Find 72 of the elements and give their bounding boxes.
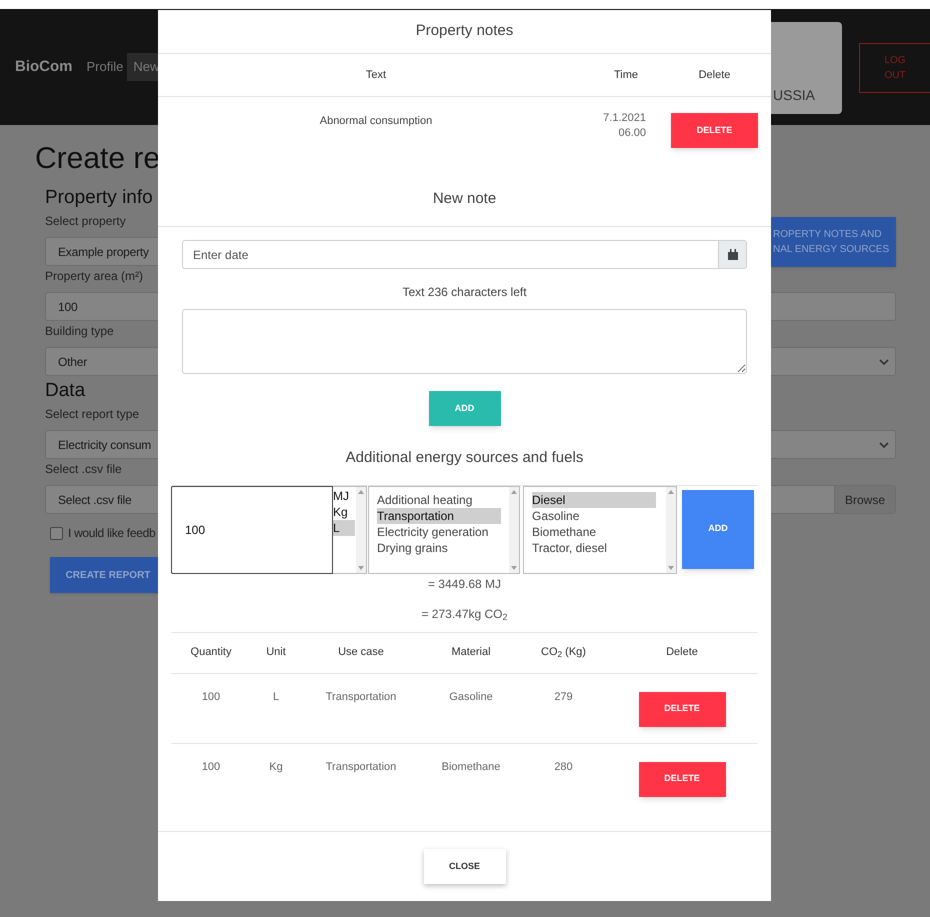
field-label: Select property — [45, 213, 126, 230]
table-cell-text: 279 — [554, 690, 573, 704]
note-text-area[interactable] — [182, 309, 747, 374]
list-option[interactable]: Drying grains — [377, 540, 509, 556]
checkbox-label: I would like feedb — [68, 525, 156, 542]
quantity-field[interactable]: 100 — [171, 486, 333, 574]
field-label: Select .csv file — [45, 461, 122, 478]
field-label: Building type — [45, 323, 114, 340]
column-header: Time — [612, 68, 640, 83]
chevron-down-icon — [879, 442, 889, 448]
scroll-up-arrow-icon — [511, 490, 517, 494]
column-header: Quantity — [190, 645, 232, 660]
modal-title: Property notes — [158, 10, 771, 54]
co2-result: = 273.47kg CO$_{2}$ — [420, 606, 509, 622]
column-header: Delete — [666, 645, 698, 660]
list-option[interactable]: MJ — [333, 488, 356, 504]
list-option[interactable]: Tractor, diesel — [532, 540, 666, 556]
table-cell-text: Gasoline — [449, 690, 493, 704]
delete-button[interactable]: DELETE — [638, 692, 726, 726]
material-list[interactable]: Diesel Gasoline Biomethane Tractor, diesel — [523, 486, 677, 574]
brand-logo[interactable]: BioCom — [15, 56, 72, 78]
scroll-down-arrow-icon — [668, 566, 674, 570]
character-counter: Text 236 characters left — [401, 284, 528, 301]
column-header: Unit — [266, 645, 286, 660]
unit-list[interactable]: MJ Kg L — [333, 486, 367, 574]
scroll-up-arrow-icon — [668, 490, 674, 494]
energy-result: = 3449.68 MJ — [426, 576, 502, 592]
calendar-icon — [728, 249, 738, 260]
calendar-button[interactable] — [718, 240, 747, 269]
delete-button[interactable]: DELETE — [671, 113, 758, 148]
list-option[interactable]: Transportation — [377, 508, 501, 524]
column-header: Delete — [698, 68, 732, 83]
close-button[interactable]: CLOSE — [424, 849, 506, 884]
section-heading: Data — [45, 379, 86, 403]
scroll-down-arrow-icon — [358, 566, 364, 570]
table-cell-text: Transportation — [326, 690, 396, 704]
list-option[interactable]: L — [333, 520, 355, 536]
table-cell-text: L — [272, 690, 280, 704]
checkbox[interactable] — [50, 526, 63, 540]
table-cell-text: 100 — [202, 690, 220, 704]
section-heading: Additional energy sources and fuels — [344, 448, 584, 468]
column-header: Material — [451, 645, 491, 660]
scroll-down-arrow-icon — [511, 566, 517, 570]
list-option[interactable]: Biomethane — [532, 524, 666, 540]
list-option[interactable]: Kg — [333, 504, 356, 520]
chevron-down-icon — [879, 358, 889, 364]
table-cell-text: Transportation — [326, 760, 396, 774]
section-heading: Property info — [45, 186, 153, 210]
table-cell-text: 280 — [554, 760, 573, 774]
page-title: Create re — [35, 141, 160, 177]
list-option[interactable]: Electricity generation — [377, 524, 509, 540]
card-text: USSIA — [772, 86, 816, 105]
section-heading: New note — [158, 167, 771, 227]
scroll-up-arrow-icon — [358, 490, 364, 494]
table-cell-text: Abnormal consumption — [320, 114, 432, 129]
use-case-list[interactable]: Additional heating Transportation Electricity generation Drying grains — [368, 486, 520, 574]
add-source-button[interactable]: ADD — [682, 490, 754, 568]
nav-link[interactable]: Profile — [84, 53, 126, 81]
table-cell-text: Biomethane — [442, 760, 500, 774]
table-cell-text: 100 — [202, 760, 220, 774]
table-cell-text: Kg — [269, 760, 283, 774]
list-option[interactable]: Additional heating — [377, 492, 509, 508]
column-header: Use case — [338, 645, 384, 660]
table-cell: 7.1.2021 06.00 — [603, 111, 646, 141]
date-field[interactable]: Enter date — [182, 240, 718, 269]
field-label: Property area (m²) — [45, 268, 144, 285]
column-header: CO$_{2}$ (Kg) — [541, 645, 586, 661]
delete-button[interactable]: DELETE — [638, 762, 726, 796]
field-label: Select report type — [45, 406, 140, 423]
column-header: Text — [364, 68, 388, 83]
list-option[interactable]: Gasoline — [532, 508, 666, 524]
list-option[interactable]: Diesel — [532, 492, 656, 508]
